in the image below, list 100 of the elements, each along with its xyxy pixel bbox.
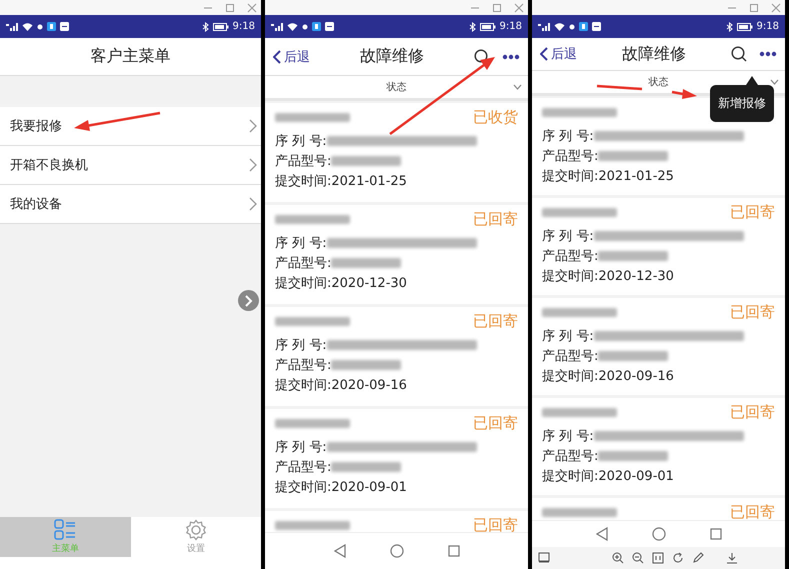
wifi-icon <box>22 22 33 31</box>
submit-time: 提交时间:2021-01-25 <box>275 173 407 190</box>
record-card[interactable]: 已回寄 序 列 号: 产品型号: 提交时间:2020-09-01 <box>265 409 528 508</box>
status-text: 已回寄 <box>473 312 518 330</box>
bluetooth-icon <box>202 22 209 32</box>
field-label: 产品型号: <box>542 148 598 165</box>
chevron-right-icon <box>249 158 257 172</box>
record-card[interactable]: 已回寄 序 列 号: 产品型号: 提交时间:2020-12-30 <box>265 205 528 304</box>
screen-title: 客户主菜单 <box>90 46 170 67</box>
home-circle-icon[interactable] <box>652 527 666 541</box>
maximize-icon[interactable] <box>225 2 235 12</box>
download-icon[interactable] <box>726 552 738 564</box>
close-icon[interactable] <box>247 2 257 12</box>
field-label: 序 列 号: <box>275 235 327 252</box>
clock-time: 9:18 <box>756 21 779 32</box>
redacted-text <box>598 251 668 261</box>
status-text: 已回寄 <box>473 414 518 432</box>
chevron-left-icon <box>273 50 281 64</box>
field-label: 产品型号: <box>275 459 332 476</box>
bluetooth-icon <box>468 22 476 32</box>
back-triangle-icon[interactable] <box>334 544 346 558</box>
close-icon[interactable] <box>514 2 524 12</box>
close-icon[interactable] <box>771 2 781 12</box>
app-notification-icon <box>47 22 56 31</box>
screen-title: 故障维修 <box>360 46 424 67</box>
chevron-down-icon <box>770 79 779 85</box>
submit-time: 提交时间:2020-12-30 <box>275 275 407 292</box>
signal-icon <box>6 22 18 31</box>
more-icon[interactable] <box>502 54 520 60</box>
status-text: 已回寄 <box>730 202 775 222</box>
notification-dot-icon <box>569 24 575 30</box>
tooltip: 新增报修 <box>710 85 774 122</box>
zoom-out-icon[interactable] <box>632 552 644 564</box>
field-label: 序 列 号: <box>542 328 594 345</box>
app-notification-icon <box>579 22 588 31</box>
gear-icon <box>184 519 207 541</box>
chevron-right-icon <box>249 197 257 211</box>
recents-square-icon[interactable] <box>448 545 460 557</box>
submit-time: 提交时间:2021-01-25 <box>542 168 674 185</box>
chevron-down-icon <box>513 84 522 90</box>
field-label: 产品型号: <box>275 255 332 272</box>
monitor-icon[interactable] <box>538 552 550 564</box>
back-button[interactable]: 后退 <box>540 45 577 63</box>
menu-item[interactable]: 我要报修 <box>0 107 261 146</box>
field-label: 序 列 号: <box>542 128 594 145</box>
field-label: 序 列 号: <box>542 228 594 245</box>
status-text: 已回寄 <box>730 402 775 422</box>
field-label: 序 列 号: <box>542 428 594 445</box>
battery-icon <box>212 22 229 30</box>
redacted-text <box>331 156 402 166</box>
actual-size-icon[interactable] <box>652 552 664 564</box>
redacted-text <box>598 151 668 161</box>
record-card[interactable]: 已回寄 序 列 号: 产品型号: 提交时间:2020-09-16 <box>265 307 528 406</box>
record-card[interactable]: 已回寄 序 列 号: 产品型号: 提交时间:2020-12-30 <box>532 198 785 295</box>
submit-time: 提交时间:2020-09-01 <box>275 479 407 496</box>
field-label: 序 列 号: <box>275 133 327 150</box>
next-page-button[interactable] <box>238 290 259 311</box>
back-button[interactable]: 后退 <box>273 48 310 66</box>
zoom-in-icon[interactable] <box>612 552 624 564</box>
record-card[interactable]: 已回寄 序 列 号: 产品型号: 提交时间:2020-09-01 <box>532 398 785 495</box>
annotation-arrow <box>672 89 697 99</box>
recents-square-icon[interactable] <box>710 528 722 540</box>
back-triangle-icon[interactable] <box>596 527 608 541</box>
clock-time: 9:18 <box>232 21 255 32</box>
more-icon[interactable] <box>759 51 777 57</box>
redacted-text <box>331 462 402 472</box>
record-card[interactable]: 已回寄 序 列 号: 产品型号: 提交时间:2020-09-16 <box>532 298 785 395</box>
notification-dot-icon <box>37 24 43 30</box>
field-label: 产品型号: <box>275 357 332 374</box>
signal-icon <box>538 22 550 31</box>
field-label: 序 列 号: <box>275 439 327 456</box>
submit-time: 提交时间:2020-12-30 <box>542 268 674 285</box>
rotate-icon[interactable] <box>672 552 684 564</box>
chevron-right-icon <box>249 119 257 133</box>
redacted-text <box>331 258 402 268</box>
screen-title: 故障维修 <box>622 44 686 64</box>
search-icon[interactable] <box>731 46 747 62</box>
field-label: 产品型号: <box>542 348 598 365</box>
maximize-icon[interactable] <box>492 2 502 12</box>
message-icon <box>592 22 601 31</box>
chevron-left-icon <box>540 47 548 61</box>
submit-time: 提交时间:2020-09-16 <box>542 368 674 385</box>
redacted-text <box>598 451 668 461</box>
chevron-right-icon <box>244 294 252 306</box>
app-notification-icon <box>312 22 321 31</box>
signal-icon <box>271 22 283 31</box>
wifi-icon <box>554 22 565 31</box>
menu-item[interactable]: 我的设备 <box>0 185 261 224</box>
field-label: 产品型号: <box>542 448 598 465</box>
submit-time: 提交时间:2020-09-16 <box>275 377 407 394</box>
tooltip-pointer-icon <box>746 76 758 85</box>
record-card[interactable]: 已收货 序 列 号: 产品型号: 提交时间:2021-01-25 <box>265 103 528 202</box>
pencil-icon[interactable] <box>692 552 704 564</box>
battery-icon <box>480 22 496 30</box>
status-text: 已回寄 <box>473 210 518 228</box>
filter-dropdown[interactable]: 状态 <box>265 76 528 101</box>
bluetooth-icon <box>726 22 733 32</box>
maximize-icon[interactable] <box>749 2 759 12</box>
home-circle-icon[interactable] <box>390 544 404 558</box>
menu-item[interactable]: 开箱不良换机 <box>0 146 261 185</box>
